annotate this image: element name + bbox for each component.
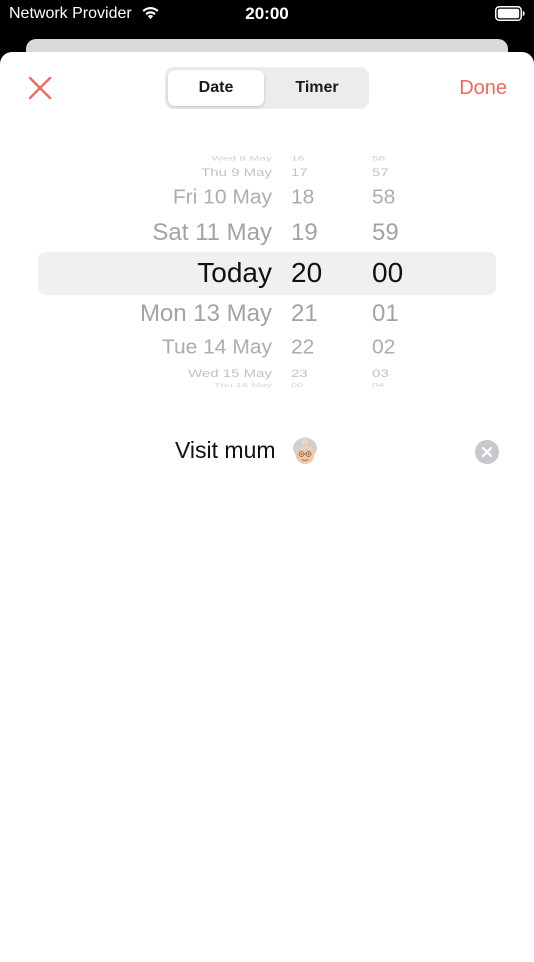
picker-day-label: Wed 15 May [188, 367, 272, 380]
picker-minute-label: 04 [372, 382, 385, 389]
picker-row[interactable]: Wed 8 May 16 56 [0, 154, 534, 162]
segment-timer[interactable]: Timer [268, 70, 366, 106]
picker-hour-label: 19 [291, 218, 318, 246]
picker-row[interactable]: Thu 16 May 00 04 [0, 383, 534, 390]
battery-icon [495, 6, 525, 21]
picker-day-label: Mon 13 May [139, 299, 272, 327]
picker-minute-label: 02 [372, 336, 396, 359]
older-woman-emoji-icon [293, 437, 317, 464]
picker-minute-label: 58 [372, 186, 396, 209]
picker-day-label: Thu 16 May [213, 382, 272, 389]
picker-row[interactable]: Fri 10 May 18 58 [0, 186, 534, 210]
close-icon[interactable] [24, 72, 56, 104]
picker-minute-label: 57 [372, 166, 389, 179]
picker-row[interactable]: Thu 9 May 17 57 [0, 166, 534, 180]
picker-row[interactable]: Mon 13 May 21 01 [0, 300, 534, 329]
status-bar: Network Provider 20:00 [0, 0, 534, 30]
done-button[interactable]: Done [459, 77, 507, 100]
picker-row-selected[interactable]: Today 20 00 [0, 256, 534, 290]
picker-hour-label: 16 [291, 154, 305, 162]
picker-row[interactable]: Sat 11 May 19 59 [0, 219, 534, 248]
picker-hour-label: 18 [291, 186, 315, 209]
picker-hour-label: 17 [291, 166, 308, 179]
picker-day-label: Thu 9 May [201, 166, 272, 179]
picker-minute-label: 00 [372, 257, 404, 289]
segment-date[interactable]: Date [168, 70, 264, 106]
picker-day-label: Tue 14 May [161, 336, 272, 359]
picker-hour-label: 00 [291, 382, 304, 389]
picker-row[interactable]: Wed 15 May 23 03 [0, 367, 534, 381]
status-time: 20:00 [245, 4, 289, 23]
picker-day-label: Today [197, 257, 272, 289]
picker-day-label: Sat 11 May [152, 218, 272, 246]
clear-icon[interactable] [475, 440, 499, 464]
picker-minute-label: 59 [372, 218, 399, 246]
picker-day-label: Fri 10 May [172, 186, 272, 209]
picker-hour-label: 20 [291, 257, 323, 289]
picker-row[interactable]: Tue 14 May 22 02 [0, 336, 534, 360]
picker-minute-label: 01 [372, 299, 399, 327]
mode-segmented-control: Date Timer [165, 67, 369, 109]
picker-minute-label: 56 [372, 154, 386, 162]
picker-hour-label: 23 [291, 367, 308, 380]
picker-day-label: Wed 8 May [211, 154, 272, 162]
reminder-title-input[interactable]: Visit mum [175, 437, 276, 464]
picker-hour-label: 21 [291, 299, 318, 327]
picker-hour-label: 22 [291, 336, 315, 359]
picker-minute-label: 03 [372, 367, 389, 380]
